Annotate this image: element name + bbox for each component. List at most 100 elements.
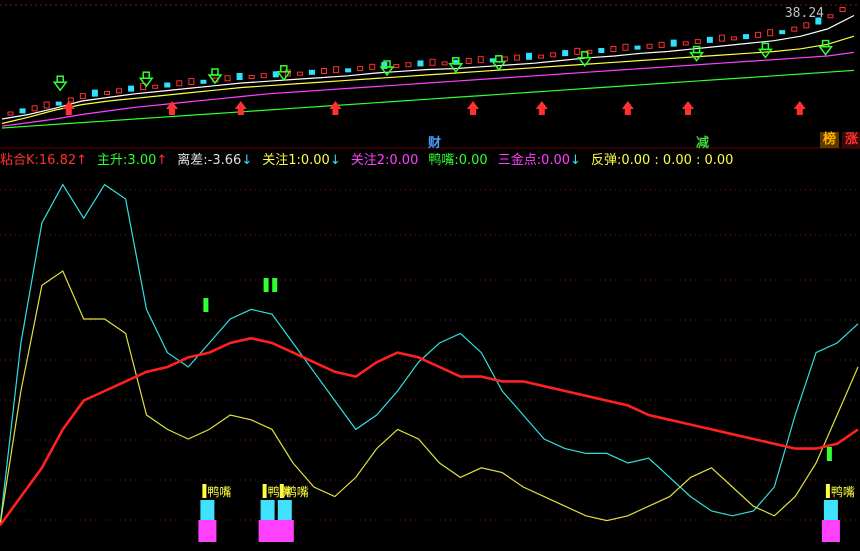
down-arrow-icon [757,48,773,59]
candle [429,58,436,66]
candle [730,36,737,41]
cyan-signal-block [200,500,215,520]
price-readout: 38.24 [784,6,824,21]
indicator-2: 离差: -3.66↓ [177,151,252,171]
candle [634,45,641,50]
marker-0: 财 [428,136,442,151]
signal-label: 鸭嘴 [831,485,855,499]
candle [827,14,834,19]
yellow-signal-tick [262,484,267,498]
candle [357,66,364,72]
up-arrow-icon [332,109,339,115]
indicator-0: 粘合K: 16.82↑ [0,151,87,171]
up-arrow-icon [624,109,631,115]
candle [610,45,617,52]
candle [574,47,581,55]
candle [91,89,98,97]
candle [525,52,532,60]
up-arrow-icon [796,109,803,115]
candle [513,54,520,61]
pink-signal-block [275,520,294,542]
candle [562,50,569,57]
cyan-signal-block [823,500,838,520]
candle [550,52,557,58]
down-arrow-icon [142,71,150,79]
indicator-line-1 [0,270,859,526]
green-signal-mark [263,278,269,292]
indicator-value: 0.00 [541,153,571,168]
candle [188,78,195,86]
down-arrow-icon [761,42,770,51]
down-arrow-icon [692,45,701,54]
yellow-signal-tick [202,484,207,498]
candle [67,97,74,103]
candle [296,71,303,76]
candle [646,43,653,49]
stock-chart: 鸭嘴 鸭嘴鸭嘴 鸭嘴 [0,4,860,542]
up-arrow-icon [470,109,476,115]
indicator-value: 16.82 [38,153,77,168]
indicator-label: 离差: [177,153,208,168]
marker-3: 涨 [842,132,860,148]
candle [743,34,750,40]
indicator-label: 粘合K: [0,153,39,168]
green-signal-mark [272,278,278,292]
candle [682,41,689,46]
indicator-3: 关注1: 0.00↓ [262,151,341,171]
yellow-signal-tick [825,484,830,498]
candle [31,105,38,112]
candle [236,73,243,81]
candle [152,84,159,89]
cyan-signal-block [277,500,292,520]
up-arrow-icon [685,109,691,115]
candle [791,26,798,32]
indicator-7: 反弹: 0.00 : 0.00 : 0.00 [591,151,734,171]
indicator-label: 反弹: [590,153,622,168]
pink-signal-block [821,520,840,542]
pink-signal-block [198,520,217,542]
candle [176,80,183,87]
up-arrow-icon [467,101,479,109]
indicator-value: 0.00 : 0.00 : 0.00 [621,153,734,168]
trend-arrow-icon: ↑ [76,153,88,168]
up-arrow-icon [682,101,694,109]
candle [706,36,713,43]
green-signal-mark [203,298,209,312]
candle [755,31,762,38]
candle [622,43,629,51]
candle [839,7,846,12]
yellow-signal-tick [279,484,284,498]
indicator-5: 鸭嘴: 0.00 [428,151,487,171]
candle [224,75,231,82]
price-ma-line-1 [1,35,855,125]
indicator-value: 0.00 [300,153,330,168]
candle [116,88,123,94]
indicator-label: 主升: [97,153,128,168]
candle [7,111,14,116]
up-arrow-icon [538,109,545,115]
candle [393,64,400,69]
indicator-value: 3.00 [127,153,157,168]
indicator-label: 关注1: [262,153,301,168]
candle [248,75,255,80]
candle [803,22,810,29]
candle [345,68,352,73]
candle [333,66,340,74]
candle [670,39,677,47]
signal-label: 鸭嘴 [207,485,231,499]
candle [465,57,472,64]
candle [200,79,207,84]
up-arrow-icon [237,109,244,115]
indicator-label: 三金点: [497,153,542,168]
indicator-4: 关注2: 0.00 [351,151,419,171]
candle [19,108,26,114]
candle [103,90,110,95]
indicator-bar: 粘合K: 16.82↑ 主升: 3.00↑ 离差: -3.66↓ 关注1: 0.00↓… [0,151,860,171]
candle [308,69,315,75]
candle [321,67,328,74]
candle [55,101,62,106]
trend-arrow-icon: ↓ [329,153,341,168]
signal-label: 鸭嘴 [285,485,309,499]
candle [779,30,786,35]
down-arrow-icon [52,81,68,92]
